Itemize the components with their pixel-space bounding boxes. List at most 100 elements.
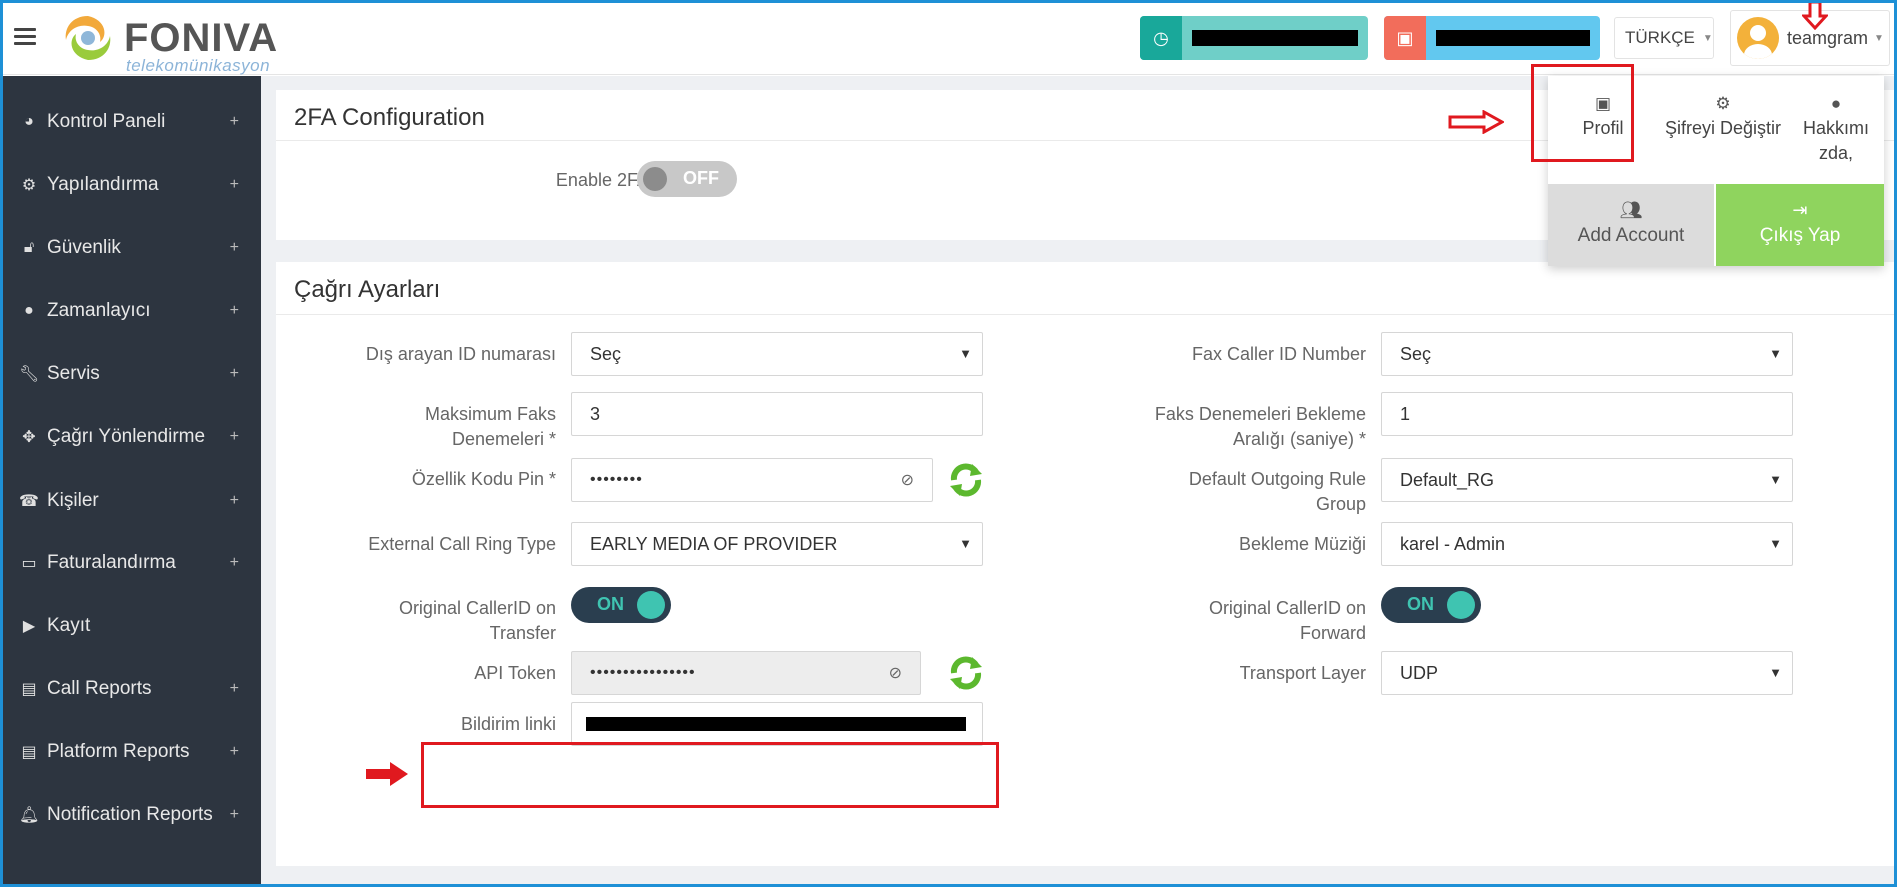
sidebar-item-label: Çağrı Yönlendirme: [47, 426, 206, 447]
select-value: UDP: [1400, 662, 1439, 683]
fax-caller-select[interactable]: Seç ▼: [1381, 332, 1793, 376]
orig-transfer-toggle[interactable]: ON: [571, 587, 671, 623]
globe-icon: ●: [24, 302, 34, 319]
unlock-icon: 🔓︎: [23, 239, 35, 256]
arrows-icon: ✥: [22, 429, 36, 446]
logo-subtitle: telekomünikasyon: [126, 56, 271, 75]
api-token-input[interactable]: •••••••••••••••• ⊘: [571, 651, 921, 695]
caller-id-select[interactable]: Seç ▼: [571, 332, 983, 376]
time-balance-pill[interactable]: ◷: [1140, 16, 1368, 60]
eye-slash-icon[interactable]: ⊘: [901, 470, 914, 490]
expand-plus-icon[interactable]: +: [230, 239, 239, 257]
fax-wait-input[interactable]: 1: [1381, 392, 1793, 436]
account-balance-pill[interactable]: ▣: [1384, 16, 1600, 60]
eye-slash-icon[interactable]: ⊘: [889, 663, 902, 683]
language-selector[interactable]: TÜRKÇE ▼: [1614, 17, 1714, 59]
sidebar-item[interactable]: ▤ Call Reports +: [3, 669, 261, 709]
expand-plus-icon[interactable]: +: [230, 554, 239, 572]
orig-forward-label: Original CallerID on Forward: [1036, 596, 1366, 646]
sidebar-item[interactable]: 🔓︎ Güvenlik +: [3, 228, 261, 268]
foniva-logo[interactable]: FONIVA telekomünikasyon: [58, 10, 298, 75]
sidebar-item-label: Kişiler: [47, 490, 99, 511]
sidebar-item[interactable]: ✥ Çağrı Yönlendirme +: [3, 417, 261, 457]
sidebar: ◕ Kontrol Paneli + ⚙ Yapılandırma + 🔓︎ Güvenlik…: [3, 76, 261, 887]
expand-plus-icon[interactable]: +: [230, 806, 239, 824]
sidebar-item[interactable]: ● Zamanlayıcı +: [3, 291, 261, 331]
chevron-down-icon: ▼: [1769, 536, 1782, 551]
input-value: ••••••••: [590, 471, 643, 488]
user-icon: ●: [1830, 94, 1842, 113]
chevron-down-icon: ▼: [1769, 346, 1782, 361]
menu-item-label: zda,: [1818, 143, 1854, 163]
ring-type-label: External Call Ring Type: [368, 534, 556, 554]
chevron-down-icon: ▼: [1769, 665, 1782, 680]
sidebar-item[interactable]: ▤ Platform Reports +: [3, 732, 261, 772]
sign-out-icon: ⇥: [1792, 200, 1808, 220]
ring-type-select[interactable]: EARLY MEDIA OF PROVIDER ▼: [571, 522, 983, 566]
phone-book-icon: ☎: [19, 493, 39, 510]
menu-item-label: Profil: [1582, 118, 1624, 138]
label-line: Group: [1315, 494, 1366, 514]
expand-plus-icon[interactable]: +: [230, 743, 239, 761]
max-fax-label: Maksimum Faks Denemeleri *: [296, 402, 556, 452]
expand-plus-icon[interactable]: +: [230, 680, 239, 698]
orig-forward-toggle[interactable]: ON: [1381, 587, 1481, 623]
sidebar-item[interactable]: 🔧︎ Servis +: [3, 354, 261, 394]
briefcase-icon: ▣: [1594, 94, 1612, 113]
select-value: Seç: [1400, 343, 1432, 364]
briefcase-icon: ▣: [1384, 16, 1426, 60]
expand-plus-icon[interactable]: +: [230, 113, 239, 131]
logout-button[interactable]: ⇥ Çıkış Yap: [1716, 184, 1884, 266]
annotation-arrow-icon: [366, 762, 408, 786]
label-line: Transfer: [489, 623, 556, 643]
feature-pin-label: Özellik Kodu Pin *: [411, 469, 556, 489]
transport-select[interactable]: UDP ▼: [1381, 651, 1793, 695]
sidebar-item[interactable]: 🔔︎ Notification Reports +: [3, 795, 261, 835]
expand-plus-icon[interactable]: +: [230, 302, 239, 320]
sidebar-item-label: Zamanlayıcı: [47, 300, 151, 321]
refresh-icon[interactable]: [946, 653, 986, 693]
orig-transfer-label: Original CallerID on Transfer: [296, 596, 556, 646]
redacted-value: [1426, 16, 1600, 60]
input-value: 1: [1400, 403, 1411, 424]
sidebar-item[interactable]: ⚙ Yapılandırma +: [3, 165, 261, 205]
sidebar-item[interactable]: ☎ Kişiler +: [3, 481, 261, 521]
sidebar-item-label: Call Reports: [47, 678, 152, 699]
wrench-icon: 🔧︎: [19, 366, 40, 383]
expand-plus-icon[interactable]: +: [230, 428, 239, 446]
bell-icon: 🔔︎: [19, 807, 40, 824]
notify-link-input[interactable]: [571, 702, 983, 746]
enable-2fa-label: Enable 2FA: [555, 170, 649, 190]
expand-plus-icon[interactable]: +: [230, 365, 239, 383]
hamburger-menu-icon[interactable]: [14, 28, 36, 46]
enable-2fa-toggle[interactable]: OFF: [637, 161, 737, 197]
feature-pin-input[interactable]: •••••••• ⊘: [571, 458, 933, 502]
select-value: EARLY MEDIA OF PROVIDER: [590, 533, 838, 554]
label-line: Denemeleri *: [451, 429, 556, 449]
sidebar-item[interactable]: ▶ Kayıt: [3, 606, 261, 646]
change-password-menu-item[interactable]: ⚙ Şifreyi Değiştir: [1658, 76, 1788, 184]
username: teamgram: [1787, 27, 1869, 48]
sidebar-item-label: Kayıt: [47, 615, 91, 636]
outgoing-rule-select[interactable]: Default_RG ▼: [1381, 458, 1793, 502]
file-icon: ▤: [21, 744, 37, 761]
gears-icon: ⚙: [21, 177, 37, 194]
about-menu-item[interactable]: ● Hakkımı zda,: [1788, 76, 1884, 184]
label-line: Original CallerID on: [1208, 598, 1366, 618]
users-icon: 👥︎: [1619, 200, 1643, 220]
redacted-value: [586, 717, 966, 731]
add-account-button[interactable]: 👥︎ Add Account: [1548, 184, 1714, 266]
max-fax-input[interactable]: 3: [571, 392, 983, 436]
hold-music-select[interactable]: karel - Admin ▼: [1381, 522, 1793, 566]
refresh-icon[interactable]: [946, 460, 986, 500]
twofa-title: 2FA Configuration: [294, 104, 485, 131]
profile-menu-item[interactable]: ▣ Profil: [1548, 76, 1658, 184]
sidebar-item[interactable]: ▭ Faturalandırma +: [3, 543, 261, 583]
expand-plus-icon[interactable]: +: [230, 492, 239, 510]
transport-label: Transport Layer: [1239, 663, 1366, 683]
expand-plus-icon[interactable]: +: [230, 176, 239, 194]
select-value: Default_RG: [1400, 469, 1495, 490]
label-line: Default Outgoing Rule: [1188, 469, 1366, 489]
api-token-label: API Token: [474, 663, 556, 683]
sidebar-item[interactable]: ◕ Kontrol Paneli +: [3, 102, 261, 142]
